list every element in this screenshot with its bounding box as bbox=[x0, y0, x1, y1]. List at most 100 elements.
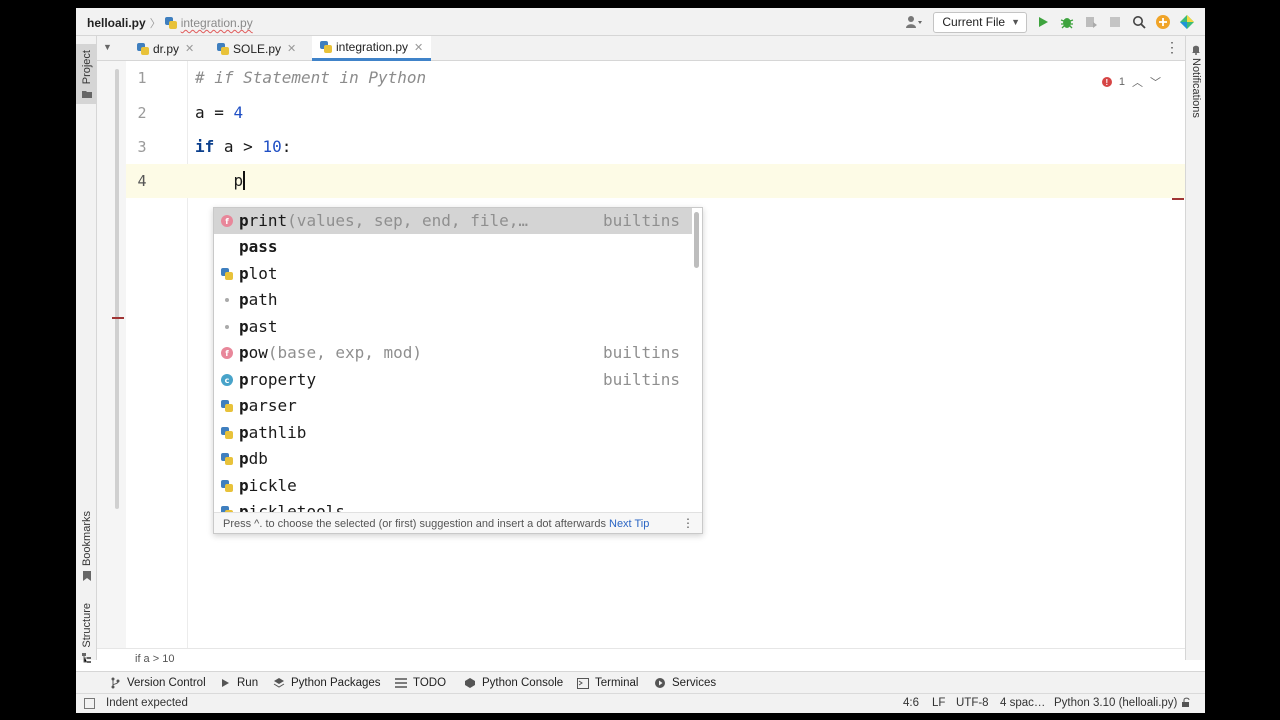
services-icon bbox=[653, 677, 667, 689]
bookmarks-tool-tab[interactable]: Bookmarks bbox=[76, 511, 97, 582]
completion-rest: arser bbox=[248, 396, 297, 415]
completion-type: builtins bbox=[602, 343, 680, 362]
tab-sole-py[interactable]: SOLE.py ✕ bbox=[209, 36, 304, 61]
error-stripe-marker[interactable] bbox=[1172, 198, 1184, 200]
file-encoding[interactable]: UTF-8 bbox=[956, 697, 989, 709]
tab-label: dr.py bbox=[153, 41, 180, 56]
code-number: 4 bbox=[233, 103, 244, 122]
debug-icon[interactable] bbox=[1055, 11, 1079, 33]
structure-icon bbox=[81, 652, 92, 663]
breadcrumb-separator-icon: 〉 bbox=[149, 18, 161, 30]
code-completion-popup: f print(values, sep, end, file,… builtin… bbox=[213, 207, 703, 534]
chevron-down-icon[interactable]: ﹀ bbox=[1150, 74, 1161, 90]
scrollbar-thumb[interactable] bbox=[115, 69, 119, 509]
run-configuration-selector[interactable]: Current File ▼ bbox=[933, 11, 1027, 33]
todo-tool[interactable]: TODO bbox=[394, 675, 446, 691]
close-icon[interactable]: ✕ bbox=[287, 42, 296, 55]
jetbrains-logo-icon[interactable] bbox=[1175, 11, 1199, 33]
completion-label: pdb bbox=[239, 449, 268, 468]
completion-item[interactable]: f pow(base, exp, mod) builtins bbox=[214, 340, 692, 366]
completion-item[interactable]: parser bbox=[214, 393, 692, 419]
python-file-icon bbox=[164, 17, 177, 29]
completion-match: p bbox=[239, 396, 249, 415]
coverage-icon[interactable] bbox=[1079, 11, 1103, 33]
next-tip-link[interactable]: Next Tip bbox=[609, 518, 649, 530]
code-text: a = 4 bbox=[195, 103, 243, 122]
layout-toggle-icon[interactable] bbox=[84, 698, 95, 709]
lock-icon[interactable] bbox=[1181, 697, 1193, 711]
branch-icon bbox=[108, 677, 122, 689]
indent-settings[interactable]: 4 spac… bbox=[1000, 697, 1045, 709]
services-tool[interactable]: Services bbox=[653, 675, 716, 691]
chevron-down-icon[interactable]: ▼ bbox=[103, 42, 112, 52]
completion-item[interactable]: f print(values, sep, end, file,… builtin… bbox=[214, 208, 692, 234]
inspection-widget[interactable]: ! 1 ︿ ﹀ bbox=[1101, 74, 1161, 90]
code-line[interactable]: 3 if a > 10: bbox=[126, 130, 1185, 164]
code-line-current[interactable]: 4 p bbox=[126, 164, 1185, 198]
search-icon[interactable] bbox=[1127, 11, 1151, 33]
error-icon: ! bbox=[1101, 77, 1112, 87]
chevron-up-icon[interactable]: ︿ bbox=[1132, 74, 1143, 90]
line-separator[interactable]: LF bbox=[932, 697, 945, 709]
function-icon: f bbox=[221, 215, 233, 227]
completion-label: parser bbox=[239, 396, 297, 415]
class-icon: c bbox=[221, 374, 233, 386]
completion-item[interactable]: past bbox=[214, 314, 692, 340]
line-number: 2 bbox=[137, 104, 147, 122]
tab-dr-py[interactable]: dr.py ✕ bbox=[129, 36, 202, 61]
breadcrumb-file[interactable]: integration.py bbox=[181, 16, 253, 30]
code-variable: a bbox=[195, 103, 205, 122]
python-package-icon bbox=[221, 453, 233, 465]
tab-integration-py[interactable]: integration.py ✕ bbox=[312, 36, 432, 61]
completion-match: p bbox=[239, 211, 249, 230]
completion-item[interactable]: pass bbox=[214, 234, 692, 260]
user-icon[interactable] bbox=[899, 11, 929, 33]
completion-item[interactable]: c property builtins bbox=[214, 367, 692, 393]
python-package-icon bbox=[221, 268, 233, 280]
terminal-icon bbox=[576, 677, 590, 689]
close-icon[interactable]: ✕ bbox=[185, 42, 194, 55]
ide-window: helloali.py 〉 integration.py Current Fil… bbox=[76, 8, 1205, 713]
tool-label: Python Console bbox=[482, 677, 564, 689]
close-icon[interactable]: ✕ bbox=[414, 41, 423, 54]
tool-window-bar: Version Control Run Python Packages TODO… bbox=[76, 671, 1205, 693]
python-packages-tool[interactable]: Python Packages bbox=[272, 675, 381, 691]
completion-rest: ass bbox=[248, 237, 278, 256]
project-tool-tab[interactable]: Project bbox=[76, 44, 97, 105]
run-icon[interactable] bbox=[1031, 11, 1055, 33]
version-control-tool[interactable]: Version Control bbox=[108, 675, 206, 691]
inspection-count: 1 bbox=[1118, 76, 1125, 88]
breadcrumb-project[interactable]: helloali.py bbox=[87, 16, 146, 30]
update-icon[interactable] bbox=[1151, 11, 1175, 33]
more-vertical-icon[interactable]: ⋮ bbox=[682, 516, 694, 530]
completion-scrollbar[interactable] bbox=[694, 212, 699, 268]
structure-tool-tab[interactable]: Structure bbox=[76, 603, 97, 663]
completion-match: p bbox=[239, 423, 249, 442]
completion-label: pow(base, exp, mod) bbox=[239, 343, 422, 362]
completion-item[interactable]: pickletools bbox=[214, 499, 692, 512]
code-breadcrumb-item[interactable]: if a > 10 bbox=[135, 653, 174, 665]
more-vertical-icon[interactable]: ⋮ bbox=[1165, 39, 1179, 56]
list-icon bbox=[394, 677, 408, 689]
run-icon bbox=[218, 677, 232, 689]
completion-item[interactable]: plot bbox=[214, 261, 692, 287]
completion-item[interactable]: pathlib bbox=[214, 420, 692, 446]
terminal-tool[interactable]: Terminal bbox=[576, 675, 638, 691]
completion-item[interactable]: pickle bbox=[214, 473, 692, 499]
python-console-tool[interactable]: Python Console bbox=[463, 675, 563, 691]
completion-label: pickletools bbox=[239, 502, 345, 512]
notifications-tool-tab[interactable]: Notifications bbox=[1186, 44, 1205, 118]
error-marker[interactable] bbox=[112, 317, 124, 319]
run-tool[interactable]: Run bbox=[218, 675, 258, 691]
code-line[interactable]: 1 # if Statement in Python bbox=[126, 61, 1185, 95]
code-line[interactable]: 2 a = 4 bbox=[126, 96, 1185, 130]
python-interpreter[interactable]: Python 3.10 (helloali.py) bbox=[1054, 697, 1177, 709]
completion-match: p bbox=[239, 449, 249, 468]
tab-label: integration.py bbox=[336, 40, 409, 54]
completion-item[interactable]: path bbox=[214, 287, 692, 313]
console-icon bbox=[463, 677, 477, 689]
python-package-icon bbox=[221, 400, 233, 412]
caret-position[interactable]: 4:6 bbox=[903, 697, 919, 709]
stop-icon[interactable] bbox=[1103, 11, 1127, 33]
completion-item[interactable]: pdb bbox=[214, 446, 692, 472]
